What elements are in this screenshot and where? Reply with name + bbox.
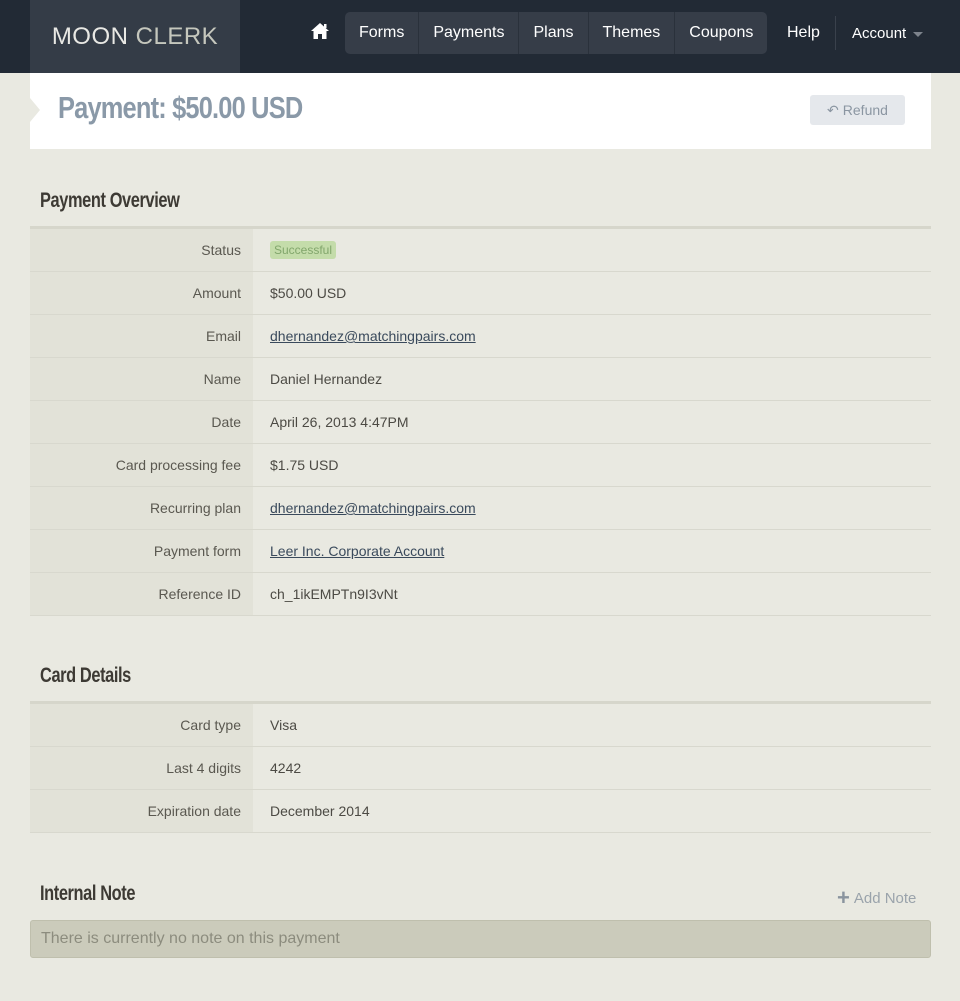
refund-label: Refund [842,102,888,118]
row-label: Name [30,358,253,400]
table-row: Amount $50.00 USD [30,272,931,315]
fee-value: $1.75 USD [270,457,339,473]
nav-divider [835,16,836,50]
date-value: April 26, 2013 4:47PM [270,414,409,430]
refund-button[interactable]: ↶ Refund [810,95,905,125]
card-details-title: Card Details [40,664,131,687]
main-nav: Forms Payments Plans Themes Coupons [345,12,768,54]
row-value: dhernandez@matchingpairs.com [253,487,931,529]
plus-icon: + [837,885,850,910]
row-value: Leer Inc. Corporate Account [253,530,931,572]
row-label: Reference ID [30,573,253,615]
account-label: Account [852,24,907,42]
table-row: Reference ID ch_1ikEMPTn9I3vNt [30,573,931,616]
account-dropdown[interactable]: Account [852,12,924,54]
name-value: Daniel Hernandez [270,371,383,387]
nav-coupons[interactable]: Coupons [675,12,767,54]
card-details-table: Card type Visa Last 4 digits 4242 Expira… [30,701,931,833]
nav-payments[interactable]: Payments [419,12,520,54]
nav-help[interactable]: Help [787,12,820,54]
amount-value: $50.00 USD [270,285,347,301]
table-row: Name Daniel Hernandez [30,358,931,401]
row-label: Date [30,401,253,443]
table-row: Card processing fee $1.75 USD [30,444,931,487]
row-value: dhernandez@matchingpairs.com [253,315,931,357]
payment-form-link[interactable]: Leer Inc. Corporate Account [270,543,444,559]
last4-value: 4242 [270,760,302,776]
add-note-button[interactable]: + Add Note [837,887,916,909]
card-type-value: Visa [270,717,297,733]
row-label: Payment form [30,530,253,572]
chevron-down-icon [913,32,924,37]
table-row: Card type Visa [30,704,931,747]
nav-themes[interactable]: Themes [589,12,676,54]
table-row: Date April 26, 2013 4:47PM [30,401,931,444]
row-label: Recurring plan [30,487,253,529]
page-title: Payment: $50.00 USD [58,90,303,125]
nav-forms[interactable]: Forms [345,12,420,54]
row-label: Email [30,315,253,357]
status-badge: Successful [270,241,337,259]
table-row: Email dhernandez@matchingpairs.com [30,315,931,358]
table-row: Status Successful [30,229,931,272]
table-row: Recurring plan dhernandez@matchingpairs.… [30,487,931,530]
row-label: Amount [30,272,253,314]
nav-plans[interactable]: Plans [519,12,589,54]
row-label: Card type [30,704,253,746]
add-note-label: Add Note [853,889,917,907]
logo-link[interactable]: MOON CLERK [30,0,240,73]
reference-id-value: ch_1ikEMPTn9I3vNt [270,586,398,602]
internal-note-title: Internal Note [40,882,136,905]
expiration-value: December 2014 [270,803,370,819]
header-notch-decoration [30,98,40,122]
home-icon[interactable] [310,22,330,40]
row-label: Last 4 digits [30,747,253,789]
logo: MOON CLERK [52,23,218,51]
row-label: Status [30,229,253,271]
logo-text-moon: MOON [51,22,129,50]
logo-text-clerk: CLERK [135,22,219,50]
row-label: Card processing fee [30,444,253,486]
recurring-plan-link[interactable]: dhernandez@matchingpairs.com [270,500,476,516]
row-label: Expiration date [30,790,253,832]
row-value: Successful [253,229,931,271]
payment-overview-title: Payment Overview [40,189,180,212]
undo-icon: ↶ [827,101,839,118]
payment-overview-table: Status Successful Amount $50.00 USD Emai… [30,226,931,616]
table-row: Expiration date December 2014 [30,790,931,833]
note-empty-state: There is currently no note on this payme… [30,920,931,958]
table-row: Last 4 digits 4242 [30,747,931,790]
table-row: Payment form Leer Inc. Corporate Account [30,530,931,573]
email-link[interactable]: dhernandez@matchingpairs.com [270,328,476,344]
